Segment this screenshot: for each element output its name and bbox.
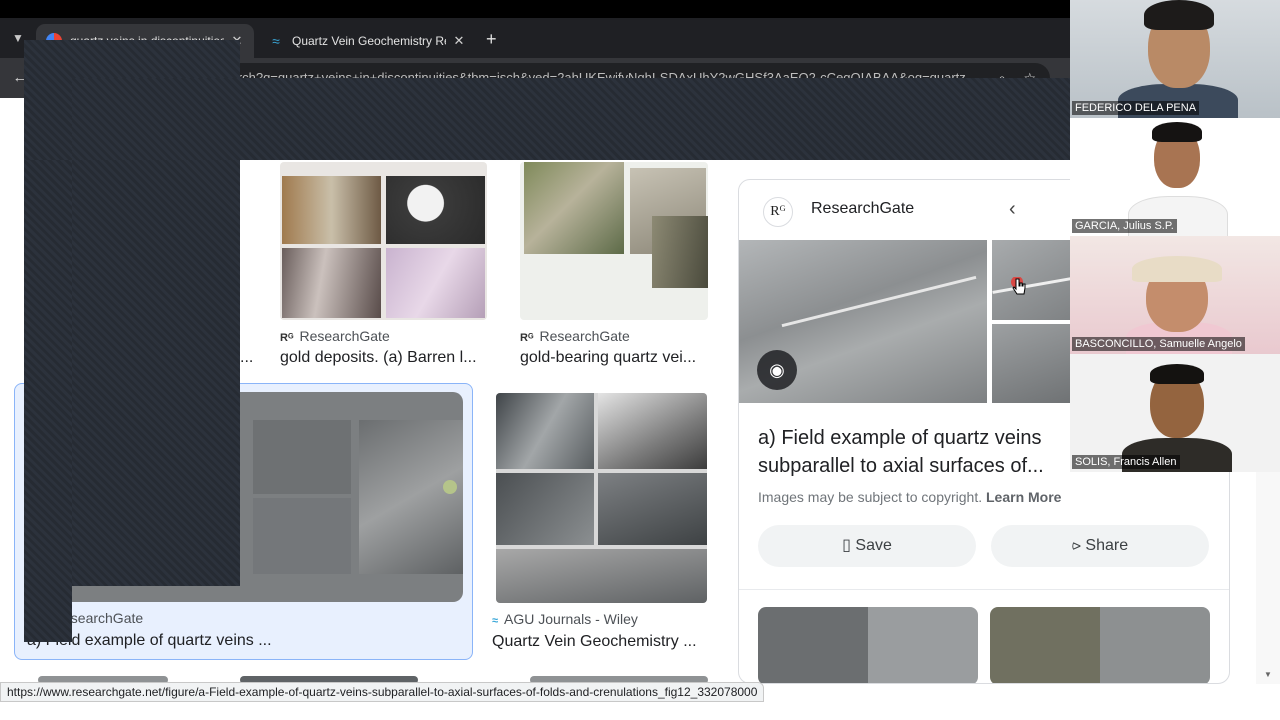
image-panel	[496, 473, 594, 545]
share-label: Share	[1085, 537, 1129, 554]
image-panel	[282, 176, 381, 244]
related-image[interactable]	[758, 607, 978, 683]
participant-tile[interactable]: SOLIS, Francis Allen	[1070, 354, 1280, 472]
image-panel	[359, 420, 463, 574]
partial-result-caption[interactable]: ...	[240, 349, 253, 367]
participant-name: SOLIS, Francis Allen	[1072, 455, 1180, 469]
redaction-overlay	[24, 160, 72, 642]
source-name: AGU Journals - Wiley	[504, 611, 638, 627]
video-call-gallery: FEDERICO DELA PENA GARCIA, Julius S.P. B…	[1070, 0, 1280, 472]
image-panel	[253, 420, 351, 494]
participant-name: BASCONCILLO, Samuelle Angelo	[1072, 337, 1245, 351]
participant-tile[interactable]: FEDERICO DELA PENA	[1070, 0, 1280, 118]
researchgate-icon: Rᴳ	[280, 332, 294, 344]
bookmark-icon: ▯	[842, 537, 851, 554]
participant-tile[interactable]: BASCONCILLO, Samuelle Angelo	[1070, 236, 1280, 354]
copyright-text: Images may be subject to copyright.	[758, 489, 983, 505]
result-source[interactable]: Rᴳ ResearchGate	[280, 328, 390, 344]
chevron-left-icon[interactable]: ‹	[1009, 198, 1016, 221]
redaction-overlay	[72, 78, 1070, 160]
result-source[interactable]: ≈ AGU Journals - Wiley	[492, 611, 638, 627]
image-panel	[386, 248, 485, 318]
close-tab-icon[interactable]: ✕	[452, 33, 466, 49]
image-panel	[386, 176, 485, 244]
participant-name: GARCIA, Julius S.P.	[1072, 219, 1177, 233]
result-image-gold-bearing-quartz[interactable]	[520, 162, 708, 320]
image-panel	[282, 248, 381, 318]
result-caption[interactable]: gold deposits. (a) Barren l...	[280, 349, 477, 367]
related-image[interactable]	[990, 607, 1210, 683]
scroll-down-arrow-icon[interactable]: ▼	[1264, 670, 1272, 679]
save-button[interactable]: ▯ Save	[758, 525, 976, 567]
new-tab-button[interactable]: +	[486, 30, 497, 48]
result-source[interactable]: Rᴳ ResearchGate	[520, 328, 630, 344]
image-panel	[496, 549, 707, 603]
researchgate-logo-icon: Rᴳ	[763, 197, 793, 227]
participant-name: FEDERICO DELA PENA	[1072, 101, 1200, 115]
top-black-bar	[0, 0, 1070, 18]
preview-inset-c[interactable]	[992, 324, 1072, 403]
result-caption[interactable]: Quartz Vein Geochemistry ...	[492, 633, 697, 651]
copyright-notice: Images may be subject to copyright. Lear…	[758, 489, 1061, 505]
image-panel	[253, 498, 351, 574]
result-caption[interactable]: gold-bearing quartz vei...	[520, 349, 696, 367]
learn-more-link[interactable]: Learn More	[986, 489, 1061, 505]
tab-title: Quartz Vein Geochemistry Reco	[292, 34, 446, 48]
participant-hair	[1152, 122, 1202, 142]
result-source[interactable]: esearchGate	[63, 610, 143, 626]
participant-tile[interactable]: GARCIA, Julius S.P.	[1070, 118, 1280, 236]
agu-favicon-icon: ≈	[272, 33, 280, 49]
save-label: Save	[855, 537, 892, 554]
participant-hat	[1132, 256, 1222, 282]
source-name: ResearchGate	[539, 328, 630, 344]
participant-hair	[1144, 0, 1214, 30]
google-lens-icon[interactable]: ◉	[757, 350, 797, 390]
marker-dot	[443, 480, 457, 494]
quartz-vein	[781, 275, 977, 328]
screen: ▼ quartz veins in discontinuities - ✕ ≈ …	[0, 0, 1280, 720]
result-image-gold-deposits[interactable]	[280, 162, 487, 320]
image-panel	[598, 393, 707, 469]
image-panel	[598, 473, 707, 545]
share-button[interactable]: ⪧ Share	[991, 525, 1209, 567]
source-name: ResearchGate	[299, 328, 390, 344]
preview-source[interactable]: ResearchGate	[811, 200, 914, 218]
preview-inset-b[interactable]	[992, 240, 1072, 320]
divider	[739, 589, 1229, 590]
share-icon: ⪧	[1071, 537, 1081, 554]
tab-agu-article[interactable]: ≈ Quartz Vein Geochemistry Reco ✕	[258, 24, 476, 58]
image-panel	[496, 393, 594, 469]
image-panel	[524, 162, 624, 254]
link-status-bar: https://www.researchgate.net/figure/a-Fi…	[0, 682, 765, 702]
agu-icon: ≈	[492, 615, 499, 627]
quartz-vein	[992, 277, 1072, 294]
hand-cursor-icon	[1011, 277, 1026, 295]
image-panel	[652, 216, 708, 288]
researchgate-icon: Rᴳ	[520, 332, 534, 344]
result-image-agu-geochemistry[interactable]	[496, 393, 707, 603]
participant-hair	[1150, 364, 1204, 384]
preview-title[interactable]: a) Field example of quartz veins subpara…	[758, 424, 1078, 480]
